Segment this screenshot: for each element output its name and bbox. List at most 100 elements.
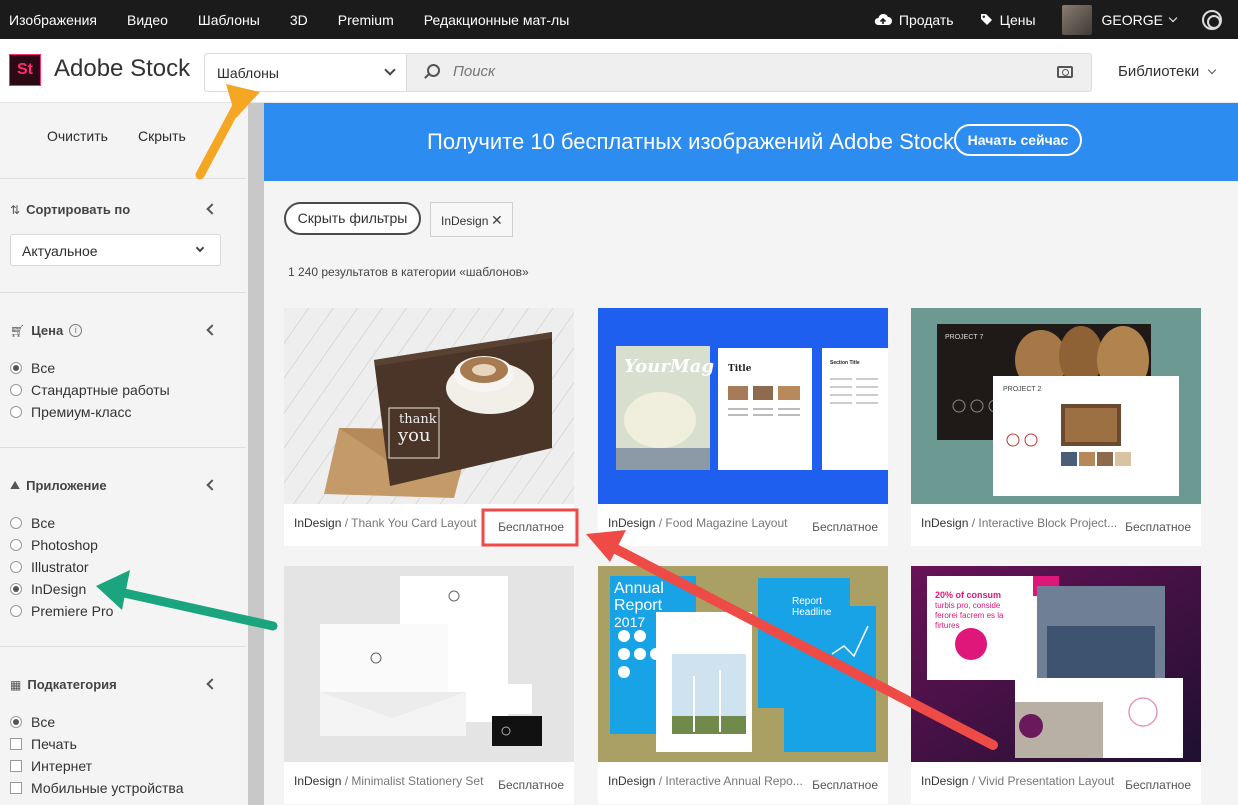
prices-link[interactable]: Цены <box>980 12 1036 28</box>
sell-link[interactable]: Продать <box>874 12 954 28</box>
price-option[interactable]: Премиум-класс <box>10 404 131 420</box>
consum-text-4: firtures <box>935 621 960 630</box>
nav-images[interactable]: Изображения <box>9 12 97 28</box>
libraries-menu[interactable]: Библиотеки <box>1118 63 1217 80</box>
template-card[interactable]: 20% of consum turbis pro, conside ferore… <box>911 566 1201 804</box>
filter-sidebar: Очистить Скрыть ⇅ Сортировать по Актуаль… <box>0 103 248 805</box>
search-input[interactable] <box>453 63 1033 80</box>
sidebar-scrollbar[interactable] <box>248 103 264 805</box>
divider <box>0 178 246 179</box>
price-option[interactable]: Стандартные работы <box>10 382 170 398</box>
divider <box>0 447 246 448</box>
checkbox[interactable] <box>10 738 22 750</box>
sell-label: Продать <box>898 11 954 28</box>
creative-cloud-icon[interactable] <box>1202 9 1222 30</box>
food-magazine-image <box>598 308 888 504</box>
subcategory-option[interactable]: Все <box>10 714 55 730</box>
app-option[interactable]: Все <box>10 515 55 531</box>
checkbox[interactable] <box>10 760 22 772</box>
clear-filters-button[interactable]: Очистить <box>47 128 108 144</box>
thumbnail[interactable]: Annual Report 2017 Report Headline <box>598 566 888 762</box>
close-icon[interactable]: ✕ <box>491 212 503 229</box>
hide-filters-button[interactable]: Скрыть фильтры <box>284 202 421 235</box>
radio-selected[interactable] <box>10 716 22 728</box>
template-card[interactable]: InDesign / Minimalist Stationery Set Бес… <box>284 566 574 804</box>
app-option[interactable]: InDesign <box>10 581 86 597</box>
collapse-icon[interactable] <box>206 479 218 491</box>
template-card[interactable]: PROJECT 7 PROJECT 2 InDesign / Interacti… <box>911 308 1201 546</box>
subcategory-section-title[interactable]: ▦ Подкатегория <box>10 677 117 692</box>
chevron-down-icon <box>1208 65 1217 75</box>
radio-selected[interactable] <box>10 583 22 595</box>
collapse-icon[interactable] <box>206 678 218 690</box>
subcategory-option-label: Все <box>31 714 56 730</box>
user-menu[interactable]: GEORGE <box>1061 4 1178 35</box>
collapse-icon[interactable] <box>206 324 218 336</box>
card-app: InDesign <box>921 774 969 788</box>
free-badge: Бесплатное <box>812 520 878 534</box>
subcategory-option[interactable]: Печать <box>10 736 77 752</box>
card-app: InDesign <box>294 516 342 530</box>
prices-label: Цены <box>999 11 1036 28</box>
radio[interactable] <box>10 406 22 418</box>
category-select-value: Шаблоны <box>217 65 279 81</box>
nav-3d[interactable]: 3D <box>290 12 308 28</box>
radio[interactable] <box>10 539 22 551</box>
price-option[interactable]: Все <box>10 360 55 376</box>
radio[interactable] <box>10 384 22 396</box>
you-text: you <box>398 425 431 446</box>
template-card[interactable]: YourMag Title Section Title InDesign / F… <box>598 308 888 546</box>
info-icon[interactable]: i <box>69 324 83 337</box>
card-title: / Thank You Card Layout <box>344 516 477 530</box>
price-section-title[interactable]: 🛒︎ Цена i <box>10 323 83 338</box>
top-nav-links: Изображения Видео Шаблоны 3D Premium Ред… <box>9 0 569 39</box>
adobe-stock-logo[interactable]: St <box>9 54 41 86</box>
camera-icon[interactable] <box>1057 66 1073 78</box>
radio[interactable] <box>10 517 22 529</box>
radio[interactable] <box>10 561 22 573</box>
nav-editorial[interactable]: Редакционные мат-лы <box>424 12 570 28</box>
subcategory-option[interactable]: Интернет <box>10 758 92 774</box>
hide-sidebar-button[interactable]: Скрыть <box>138 128 186 144</box>
app-option[interactable]: Illustrator <box>10 559 89 575</box>
top-nav-right: Продать Цены GEORGE <box>874 0 1222 39</box>
divider <box>0 292 246 293</box>
category-select[interactable]: Шаблоны <box>205 54 407 91</box>
brand-name[interactable]: Adobe Stock <box>54 55 190 83</box>
app-option-label: Premiere Pro <box>31 603 114 619</box>
checkbox[interactable] <box>10 782 22 794</box>
stationery-set-image <box>284 566 574 762</box>
start-now-button[interactable]: Начать сейчас <box>954 124 1082 156</box>
nav-video[interactable]: Видео <box>127 12 168 28</box>
chevron-down-icon <box>195 243 205 253</box>
project-2-text: PROJECT 2 <box>1003 386 1042 393</box>
sort-section-title[interactable]: ⇅ Сортировать по <box>10 202 130 217</box>
app-option[interactable]: Premiere Pro <box>10 603 113 619</box>
nav-premium[interactable]: Premium <box>338 12 394 28</box>
card-app: InDesign <box>608 516 656 530</box>
price-option-label: Все <box>31 360 56 376</box>
cart-icon: 🛒︎ <box>10 323 26 338</box>
application-section-title[interactable]: ⛰︎ Приложение <box>10 478 107 493</box>
sort-select[interactable]: Актуальное <box>10 234 221 266</box>
subcategory-option[interactable]: Мобильные устройства <box>10 780 184 796</box>
radio[interactable] <box>10 605 22 617</box>
template-card[interactable]: thank you InDesign / Thank You Card Layo… <box>284 308 574 546</box>
thumbnail[interactable]: 20% of consum turbis pro, conside ferore… <box>911 566 1201 762</box>
thumbnail[interactable]: YourMag Title Section Title <box>598 308 888 504</box>
app-option[interactable]: Photoshop <box>10 537 98 553</box>
price-option-label: Премиум-класс <box>31 404 132 420</box>
section-title-text: Section Title <box>830 360 860 366</box>
collapse-icon[interactable] <box>206 203 218 215</box>
free-badge: Бесплатное <box>498 778 564 792</box>
free-badge: Бесплатное <box>812 778 878 792</box>
template-card[interactable]: Annual Report 2017 Report Headline InDes… <box>598 566 888 804</box>
nav-templates[interactable]: Шаблоны <box>198 12 260 28</box>
thumbnail[interactable]: PROJECT 7 PROJECT 2 <box>911 308 1201 504</box>
radio-selected[interactable] <box>10 362 22 374</box>
filter-chip[interactable]: InDesign ✕ <box>430 202 513 237</box>
thumbnail[interactable] <box>284 566 574 762</box>
thumbnail[interactable]: thank you <box>284 308 574 504</box>
free-badge: Бесплатное <box>1125 520 1191 534</box>
subcategory-option-label: Печать <box>31 736 77 752</box>
